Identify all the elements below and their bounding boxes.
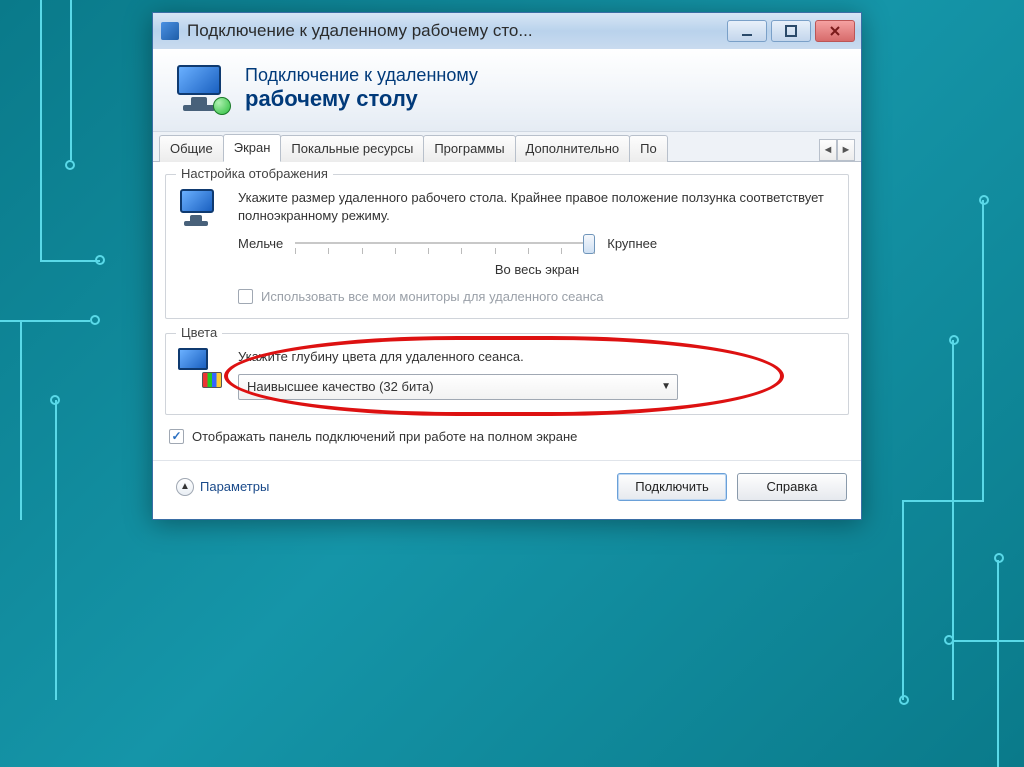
tabs-row: Общие Экран Покальные ресурсы Программы …: [153, 132, 861, 162]
header-line1: Подключение к удаленному: [245, 65, 478, 86]
options-label: Параметры: [200, 479, 269, 494]
minimize-button[interactable]: [727, 20, 767, 42]
tab-experience-cut[interactable]: По: [629, 135, 668, 162]
tab-scroll-right[interactable]: ►: [837, 139, 855, 161]
rdp-window: Подключение к удаленному рабочему сто...…: [152, 12, 862, 520]
help-button[interactable]: Справка: [737, 473, 847, 501]
tab-display[interactable]: Экран: [223, 134, 282, 162]
options-toggle[interactable]: ▲ Параметры: [167, 473, 278, 501]
chevron-down-icon: ▼: [661, 381, 671, 392]
tab-programs[interactable]: Программы: [423, 135, 515, 162]
dialog-header: Подключение к удаленному рабочему столу: [153, 49, 861, 132]
tab-local-resources[interactable]: Покальные ресурсы: [280, 135, 424, 162]
connect-button[interactable]: Подключить: [617, 473, 727, 501]
all-monitors-label: Использовать все мои мониторы для удален…: [261, 289, 604, 304]
chevron-up-icon: ▲: [176, 478, 194, 496]
colors-desc: Укажите глубину цвета для удаленного сеа…: [238, 348, 836, 366]
all-monitors-checkbox[interactable]: [238, 289, 253, 304]
display-desc: Укажите размер удаленного рабочего стола…: [238, 189, 836, 224]
tab-advanced[interactable]: Дополнительно: [515, 135, 631, 162]
color-depth-value: Наивысшее качество (32 бита): [247, 379, 434, 394]
maximize-button[interactable]: [771, 20, 811, 42]
slider-thumb[interactable]: [583, 234, 595, 254]
titlebar[interactable]: Подключение к удаленному рабочему сто...: [153, 13, 861, 49]
tab-scroll-left[interactable]: ◄: [819, 139, 837, 161]
app-icon: [161, 22, 179, 40]
colors-group: Цвета Укажите глубину цвета для удаленно…: [165, 333, 849, 415]
close-button[interactable]: [815, 20, 855, 42]
color-monitor-icon: [178, 348, 218, 384]
slider-max-label: Крупнее: [607, 236, 657, 251]
slider-value-label: Во весь экран: [238, 262, 836, 277]
window-title: Подключение к удаленному рабочему сто...: [187, 21, 727, 41]
connection-bar-label: Отображать панель подключений при работе…: [192, 429, 577, 444]
dialog-footer: ▲ Параметры Подключить Справка: [153, 460, 861, 519]
color-depth-dropdown[interactable]: Наивысшее качество (32 бита) ▼: [238, 374, 678, 400]
colors-group-title: Цвета: [176, 325, 222, 340]
header-line2: рабочему столу: [245, 86, 478, 112]
resolution-slider[interactable]: [295, 232, 595, 254]
slider-min-label: Мельче: [238, 236, 283, 251]
display-config-group: Настройка отображения Укажите размер уда…: [165, 174, 849, 319]
connection-bar-checkbox[interactable]: [169, 429, 184, 444]
display-group-title: Настройка отображения: [176, 166, 333, 181]
tab-general[interactable]: Общие: [159, 135, 224, 162]
tab-body: Настройка отображения Укажите размер уда…: [153, 162, 861, 460]
rdp-header-icon: [173, 63, 229, 113]
monitor-icon: [178, 189, 218, 233]
